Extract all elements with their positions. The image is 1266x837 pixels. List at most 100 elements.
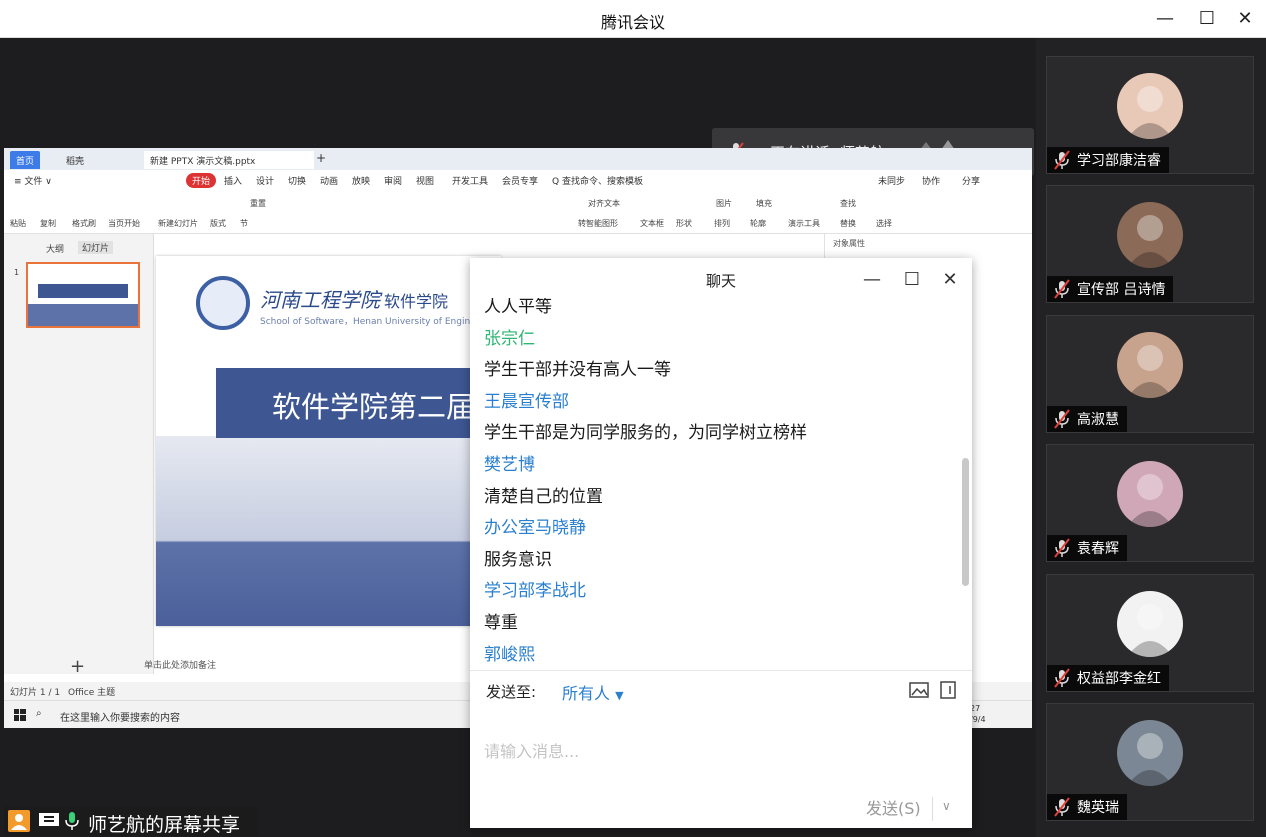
object-properties-title: 对象属性 bbox=[833, 239, 865, 248]
participant-name: 权益部李金红 bbox=[1077, 670, 1161, 687]
ribbon-replace[interactable]: 替换 bbox=[840, 218, 856, 229]
participant-tile[interactable]: 权益部李金红 bbox=[1046, 573, 1254, 692]
participant-nametag: 高淑慧 bbox=[1047, 405, 1127, 432]
chat-scrollbar[interactable] bbox=[962, 458, 969, 586]
ribbon-picture[interactable]: 图片 bbox=[716, 198, 732, 209]
tab-document[interactable]: 新建 PPTX 演示文稿.pptx bbox=[144, 151, 314, 169]
ribbon-presenter-tools[interactable]: 演示工具 bbox=[788, 218, 820, 229]
chat-close-button[interactable]: ✕ bbox=[936, 266, 964, 292]
ribbon-start-here[interactable]: 当页开始 bbox=[108, 218, 140, 229]
ribbon-outline[interactable]: 轮廓 bbox=[750, 218, 766, 229]
ribbon-format-painter[interactable]: 格式刷 bbox=[72, 218, 96, 229]
screenshot-icon[interactable] bbox=[938, 680, 960, 700]
ribbon-layout[interactable]: 版式 bbox=[210, 218, 226, 229]
maximize-button[interactable]: ☐ bbox=[1192, 6, 1222, 30]
mic-muted-icon bbox=[1054, 797, 1070, 817]
send-options-chevron-icon[interactable]: ∨ bbox=[942, 799, 951, 813]
slide-title-banner: 软件学院第二届 bbox=[216, 368, 501, 438]
add-slide-button[interactable]: + bbox=[70, 656, 85, 677]
chat-compose: 发送至: 所有人 ▼ 发送(S) ∨ bbox=[470, 670, 972, 828]
mic-muted-icon bbox=[1054, 538, 1070, 558]
screen-share-icon bbox=[39, 813, 59, 826]
menu-search[interactable]: Q 查找命令、搜索模板 bbox=[552, 174, 643, 187]
chat-message-text: 服务意识 bbox=[484, 549, 552, 570]
participant-nametag: 学习部康洁睿 bbox=[1047, 147, 1169, 173]
chat-maximize-button[interactable]: ☐ bbox=[898, 266, 926, 292]
taskbar-search-icon: ⌕ bbox=[36, 708, 42, 719]
ribbon-select[interactable]: 选择 bbox=[876, 218, 892, 229]
participants-panel: 学习部康洁睿宣传部 吕诗情高淑慧袁春辉权益部李金红魏英瑞 bbox=[1036, 38, 1266, 837]
send-divider bbox=[932, 797, 933, 821]
participant-tile[interactable]: 高淑慧 bbox=[1046, 314, 1254, 433]
ribbon-section[interactable]: 节 bbox=[240, 218, 248, 229]
send-button[interactable]: 发送(S) bbox=[866, 795, 921, 819]
ribbon-fill[interactable]: 填充 bbox=[756, 198, 772, 209]
chat-messages: 人人平等 张宗仁 学生干部并没有高人一等 王晨宣传部 学生干部是为同学服务的，为同学树立… bbox=[470, 298, 958, 670]
participant-tile[interactable]: 魏英瑞 bbox=[1046, 703, 1254, 821]
wps-tab-bar: 首页 稻壳 新建 PPTX 演示文稿.pptx + bbox=[4, 148, 1032, 170]
chat-message-input[interactable] bbox=[484, 711, 954, 791]
chat-window: 聊天 — ☐ ✕ 人人平等 张宗仁 学生干部并没有高人一等 王晨宣传部 学生干部是为同学… bbox=[470, 258, 972, 828]
chat-sender-name: 王晨宣传部 bbox=[484, 391, 569, 412]
participant-avatar bbox=[1117, 590, 1183, 657]
taskbar-clock: 27 /9/4 bbox=[970, 704, 986, 724]
minimize-button[interactable]: — bbox=[1150, 6, 1180, 30]
close-button[interactable]: ✕ bbox=[1230, 6, 1260, 30]
ribbon-align-text[interactable]: 对齐文本 bbox=[588, 198, 620, 209]
notes-placeholder[interactable]: 单击此处添加备注 bbox=[144, 658, 474, 674]
tab-home[interactable]: 首页 bbox=[10, 151, 41, 169]
menu-review[interactable]: 审阅 bbox=[384, 174, 402, 187]
ribbon-new-slide[interactable]: 新建幻灯片 bbox=[158, 218, 198, 229]
theme-name: Office 主题 bbox=[68, 688, 116, 698]
participant-tile[interactable]: 袁春辉 bbox=[1046, 444, 1254, 563]
ribbon-smart-art[interactable]: 转智能图形 bbox=[578, 218, 618, 229]
ribbon-shape[interactable]: 形状 bbox=[676, 218, 692, 229]
menu-file[interactable]: ≡ 文件 ∨ bbox=[14, 174, 52, 187]
tab-outline[interactable]: 大纲 bbox=[46, 242, 64, 255]
chat-title: 聊天 bbox=[705, 272, 736, 290]
mic-icon bbox=[65, 812, 79, 830]
meeting-app: 腾讯会议 — ☐ ✕ 正在讲话: 师艺航; 首页 稻壳 bbox=[0, 0, 1266, 837]
menu-member[interactable]: 会员专享 bbox=[502, 174, 538, 187]
windows-start-icon[interactable] bbox=[14, 709, 26, 721]
menu-view[interactable]: 视图 bbox=[416, 174, 434, 187]
menu-devtools[interactable]: 开发工具 bbox=[452, 174, 488, 187]
participant-tile[interactable]: 学习部康洁睿 bbox=[1046, 56, 1254, 174]
mic-muted-icon bbox=[1054, 279, 1070, 300]
menu-insert[interactable]: 插入 bbox=[224, 174, 242, 187]
chat-minimize-button[interactable]: — bbox=[858, 266, 886, 292]
slide-canvas[interactable]: 河南工程学院 软件学院 School of Software，Henan Univ… bbox=[156, 256, 501, 626]
ribbon-reset[interactable]: 重置 bbox=[250, 198, 266, 209]
send-to-dropdown[interactable]: 所有人 ▼ bbox=[562, 680, 624, 704]
taskbar-search[interactable]: ⌕ 在这里输入你要搜索的内容 bbox=[36, 706, 261, 724]
image-icon[interactable] bbox=[908, 680, 930, 700]
menu-start[interactable]: 开始 bbox=[186, 173, 217, 188]
menu-animation[interactable]: 动画 bbox=[320, 174, 338, 187]
participant-tile[interactable]: 宣传部 吕诗情 bbox=[1046, 185, 1254, 304]
menu-unsynced[interactable]: 未同步 bbox=[878, 174, 905, 187]
mic-muted-icon bbox=[1054, 150, 1070, 170]
menu-transition[interactable]: 切换 bbox=[288, 174, 306, 187]
person-icon bbox=[8, 810, 30, 832]
menu-design[interactable]: 设计 bbox=[256, 174, 274, 187]
city-skyline-image bbox=[156, 436, 501, 626]
new-tab-icon[interactable]: + bbox=[316, 151, 326, 165]
send-to-label: 发送至: bbox=[486, 683, 537, 701]
ribbon-copy[interactable]: 复制 bbox=[40, 218, 56, 229]
menu-collaborate[interactable]: 协作 bbox=[922, 174, 940, 187]
ribbon-find[interactable]: 查找 bbox=[840, 198, 856, 209]
chat-sender-name: 学习部李战北 bbox=[484, 581, 586, 602]
title-bar: 腾讯会议 — ☐ ✕ bbox=[0, 0, 1266, 38]
menu-slideshow[interactable]: 放映 bbox=[352, 174, 370, 187]
tab-docer[interactable]: 稻壳 bbox=[60, 151, 90, 169]
ribbon-arrange[interactable]: 排列 bbox=[714, 218, 730, 229]
participant-name: 学习部康洁睿 bbox=[1077, 153, 1161, 169]
screen-share-text: 师艺航的屏幕共享 bbox=[88, 814, 241, 836]
slide-subtitle: School of Software，Henan University of E… bbox=[260, 317, 499, 327]
ribbon-textbox[interactable]: 文本框 bbox=[640, 218, 664, 229]
tab-slides[interactable]: 幻灯片 bbox=[78, 241, 114, 254]
chat-message-text: 学生干部是为同学服务的，为同学树立榜样 bbox=[484, 423, 807, 444]
menu-share[interactable]: 分享 bbox=[962, 174, 980, 187]
ribbon-paste[interactable]: 粘贴 bbox=[10, 218, 26, 229]
slide-thumbnail[interactable] bbox=[26, 262, 140, 328]
